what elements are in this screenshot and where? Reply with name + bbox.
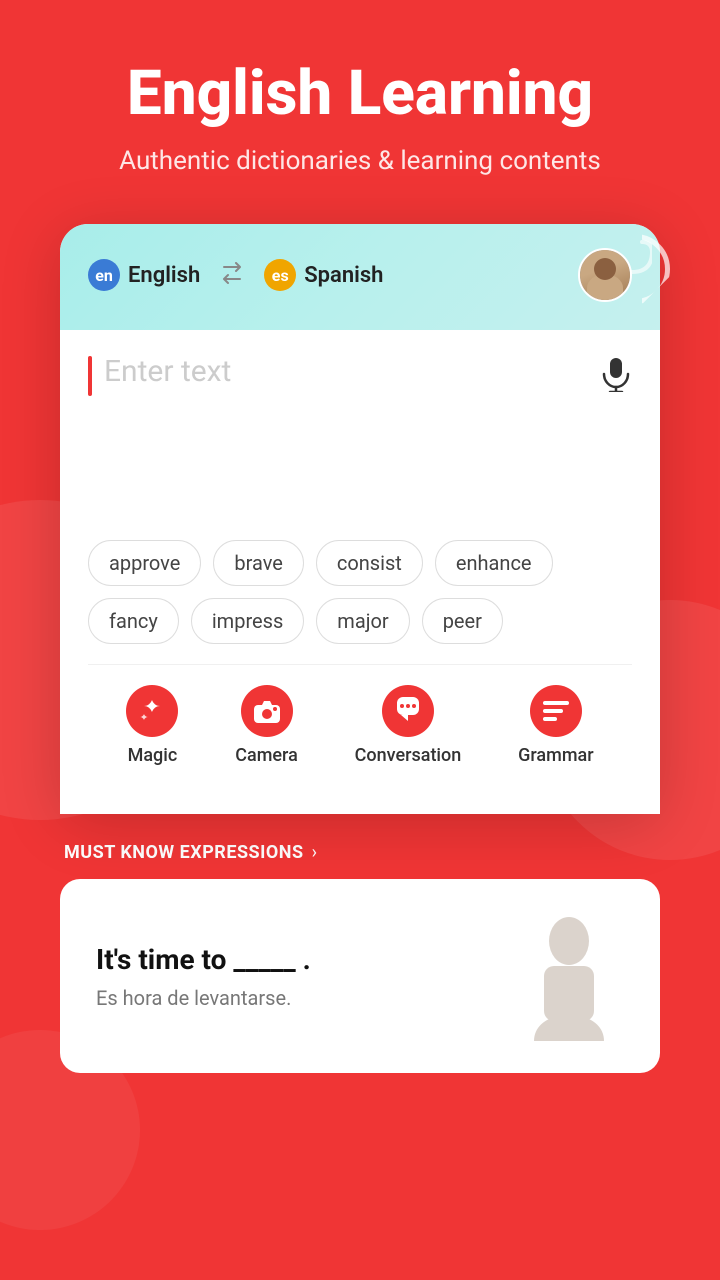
translator-card: en English es Spanish <box>60 224 660 814</box>
chip-approve[interactable]: approve <box>88 540 201 586</box>
nav-camera[interactable]: Camera <box>235 685 298 766</box>
nav-conversation[interactable]: Conversation <box>355 685 462 766</box>
content-wrapper: English Learning Authentic dictionaries … <box>0 0 720 1073</box>
spanish-flag: es <box>264 259 296 291</box>
microphone-icon[interactable] <box>600 356 632 400</box>
input-placeholder-text: Enter text <box>104 354 588 389</box>
nav-grammar[interactable]: Grammar <box>518 685 593 766</box>
magic-label: Magic <box>128 745 178 766</box>
nav-magic[interactable]: Magic <box>126 685 178 766</box>
conversation-icon <box>382 685 434 737</box>
text-cursor <box>88 356 92 396</box>
card-header: en English es Spanish <box>60 224 660 330</box>
expressions-section: MUST KNOW EXPRESSIONS › It's time to ___… <box>60 842 660 1073</box>
section-title: MUST KNOW EXPRESSIONS <box>64 842 304 863</box>
section-arrow-icon[interactable]: › <box>312 842 317 863</box>
card-body: Enter text approve brave consist enhance <box>60 330 660 814</box>
chip-consist[interactable]: consist <box>316 540 423 586</box>
expression-card[interactable]: It's time to _____ . Es hora de levantar… <box>60 879 660 1073</box>
person-silhouette <box>514 911 624 1041</box>
target-language-label: Spanish <box>304 263 383 288</box>
camera-label: Camera <box>235 745 298 766</box>
grammar-label: Grammar <box>518 745 593 766</box>
language-selector: en English es Spanish <box>88 259 383 291</box>
bottom-nav: Magic Camera <box>88 664 632 794</box>
source-language-item[interactable]: en English <box>88 259 200 291</box>
swap-languages-icon[interactable] <box>218 262 246 289</box>
chip-peer[interactable]: peer <box>422 598 503 644</box>
page-title: English Learning <box>87 60 633 128</box>
suggestion-chips: approve brave consist enhance fancy impr… <box>88 540 632 664</box>
expression-translation: Es hora de levantarse. <box>96 986 514 1010</box>
text-input-area[interactable]: Enter text <box>88 330 632 420</box>
chip-impress[interactable]: impress <box>191 598 304 644</box>
curl-decoration <box>602 232 652 282</box>
expression-main: It's time to _____ . <box>96 943 514 976</box>
conversation-label: Conversation <box>355 745 462 766</box>
source-language-label: English <box>128 263 200 288</box>
chip-enhance[interactable]: enhance <box>435 540 553 586</box>
section-header: MUST KNOW EXPRESSIONS › <box>60 842 660 863</box>
magic-icon <box>126 685 178 737</box>
grammar-icon <box>530 685 582 737</box>
target-language-item[interactable]: es Spanish <box>264 259 383 291</box>
english-flag: en <box>88 259 120 291</box>
camera-icon <box>241 685 293 737</box>
page-subtitle: Authentic dictionaries & learning conten… <box>79 146 641 176</box>
chip-major[interactable]: major <box>316 598 409 644</box>
chip-fancy[interactable]: fancy <box>88 598 179 644</box>
chip-brave[interactable]: brave <box>213 540 304 586</box>
input-spacer <box>88 420 632 540</box>
expression-text: It's time to _____ . Es hora de levantar… <box>96 943 514 1010</box>
